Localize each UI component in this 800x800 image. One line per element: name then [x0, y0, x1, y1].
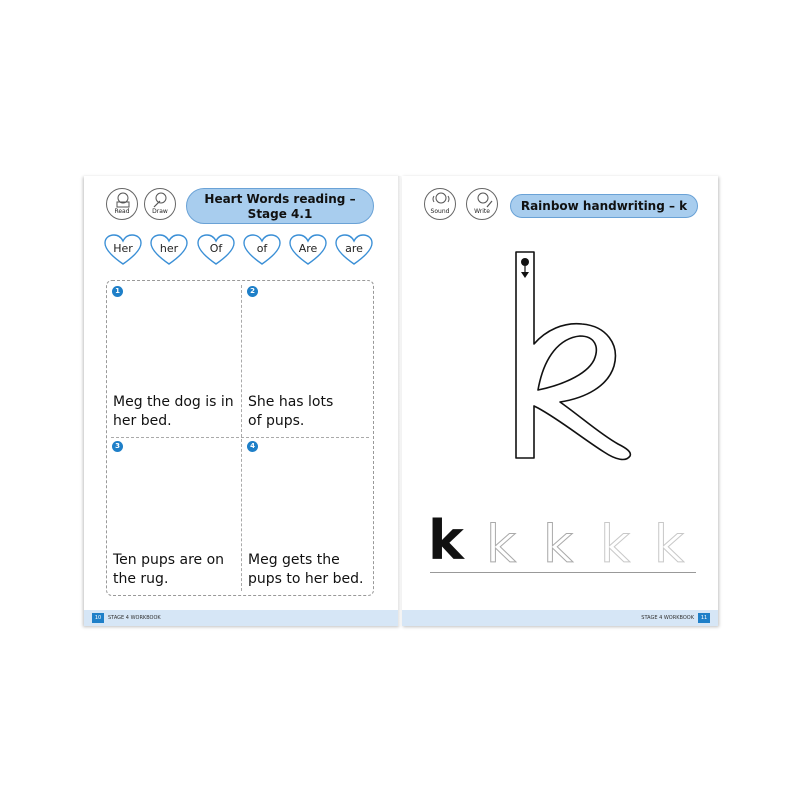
read-icon: Read: [106, 188, 138, 220]
story-panels-grid: 1 Meg the dog is in her bed. 2 She has lo…: [106, 280, 374, 596]
panel-number-badge: 3: [112, 441, 123, 452]
panel-caption: Meg gets the pups to her bed.: [248, 552, 364, 587]
trace-letter-dotted: k: [599, 515, 631, 576]
model-letter: k: [428, 509, 464, 572]
page-number: 11: [698, 613, 710, 623]
panel-number-badge: 1: [112, 286, 123, 297]
workbook-spread: Read Draw Heart Words reading – Stage 4.…: [84, 176, 720, 626]
write-icon: Write: [466, 188, 498, 220]
page-title: Heart Words reading – Stage 4.1: [186, 188, 374, 224]
panel-number-badge: 4: [247, 441, 258, 452]
page-number: 10: [92, 613, 104, 623]
trace-letter-outline: k: [542, 515, 574, 576]
page-footer: STAGE 4 WORKBOOK 11: [402, 610, 718, 626]
rainbow-letter-k: [515, 251, 632, 461]
heart-word: her: [150, 234, 188, 266]
heart-word: Of: [197, 234, 235, 266]
heart-word: of: [243, 234, 281, 266]
left-page: Read Draw Heart Words reading – Stage 4.…: [84, 176, 400, 626]
sound-icon: Sound: [424, 188, 456, 220]
panel-divider: [111, 437, 369, 438]
footer-text: STAGE 4 WORKBOOK: [641, 615, 694, 621]
page-footer: 10 STAGE 4 WORKBOOK: [84, 610, 400, 626]
panel-caption: Ten pups are on the rug.: [113, 552, 225, 587]
right-page: Sound Write Rainbow handwriting – k k k …: [402, 176, 718, 626]
write-label: Write: [474, 208, 490, 215]
panel-number-badge: 2: [247, 286, 258, 297]
panel-caption: She has lots of pups.: [248, 394, 334, 429]
trace-letter-dotted: k: [653, 515, 685, 576]
title-line-1: Heart Words reading –: [204, 192, 356, 206]
read-label: Read: [114, 208, 130, 215]
title-line-2: Stage 4.1: [247, 207, 313, 221]
trace-letter-outline: k: [485, 515, 517, 576]
panel-divider: [241, 285, 242, 591]
sound-label: Sound: [430, 208, 450, 215]
draw-icon: Draw: [144, 188, 176, 220]
heart-word: Her: [104, 234, 142, 266]
draw-label: Draw: [152, 208, 168, 215]
heart-word: are: [335, 234, 373, 266]
footer-text: STAGE 4 WORKBOOK: [108, 615, 161, 621]
heart-word: Are: [289, 234, 327, 266]
page-title: Rainbow handwriting – k: [510, 194, 698, 218]
panel-caption: Meg the dog is in her bed.: [113, 394, 234, 429]
